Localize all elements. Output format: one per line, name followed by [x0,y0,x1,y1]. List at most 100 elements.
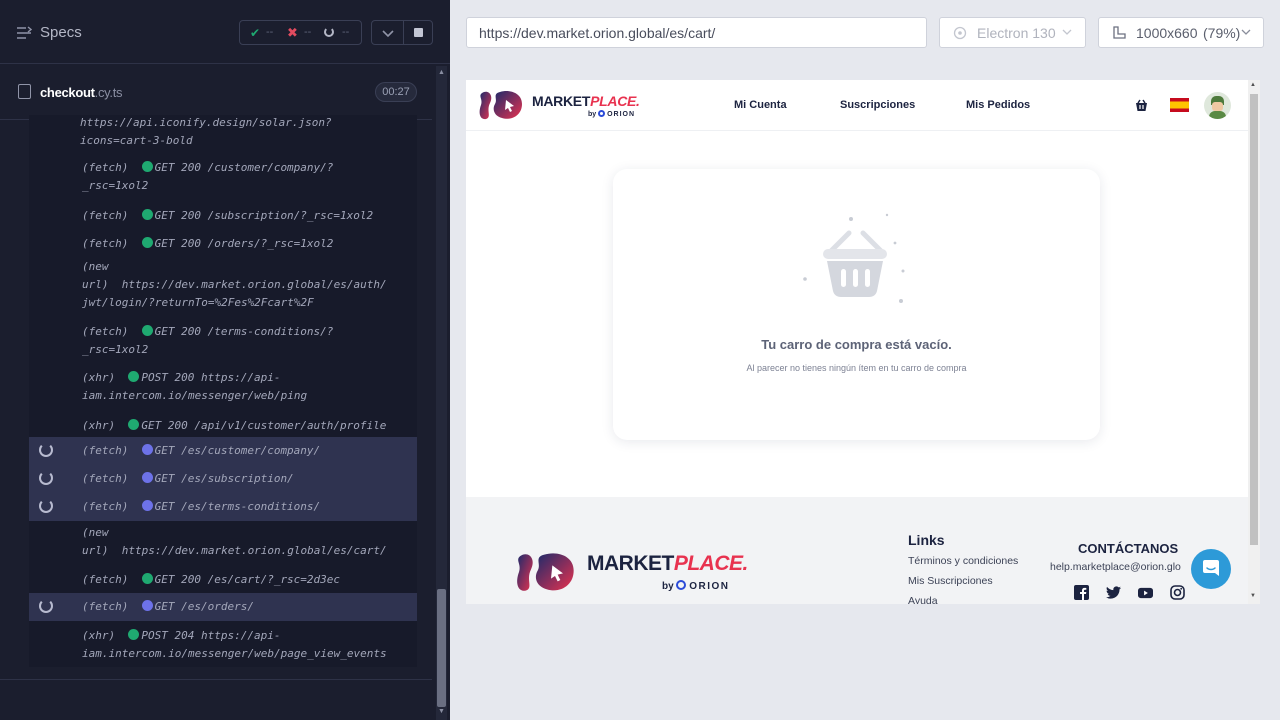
log-text-cont: iam.intercom.io/messenger/web/page_view_… [82,647,387,660]
log-text: GET 200 /api/v1/customer/auth/profile [141,419,387,432]
brand-by: by [662,581,674,592]
marketplace-logo-icon[interactable] [478,89,526,121]
footer-link-subscriptions[interactable]: Mis Suscripciones [908,575,993,587]
pending-icon [324,27,334,37]
log-type: (new [82,260,109,273]
brand-accent: PLACE. [673,552,749,575]
log-text: GET 200 /orders/?_rsc=1xol2 [154,237,334,250]
log-row[interactable]: (xhr) POST 200 https://api- iam.intercom… [29,367,417,403]
brand-byline: by ORION [588,110,635,118]
scroll-down-icon[interactable]: ▼ [437,708,446,716]
scroll-up-icon[interactable]: ▲ [437,69,446,77]
log-row[interactable]: (xhr) POST 204 https://api- iam.intercom… [29,625,417,665]
specs-header: Specs ✔ -- ✖ -- -- [0,0,450,64]
log-type: (fetch) [82,209,129,222]
specs-list-icon[interactable] [16,26,32,40]
loading-spinner-icon [39,499,53,513]
youtube-icon[interactable] [1138,585,1153,600]
log-row[interactable]: (new url) https://dev.market.orion.globa… [29,524,417,560]
loading-spinner-icon [39,443,53,457]
instagram-icon[interactable] [1170,585,1185,600]
empty-cart-subtitle: Al parecer no tienes ningún ítem en tu c… [746,363,967,373]
log-type: (xhr) [82,419,116,432]
stop-icon[interactable] [414,28,423,37]
log-row[interactable]: (new url) https://dev.market.orion.globa… [29,258,417,312]
empty-cart-card: Tu carro de compra está vacío. Al parece… [613,169,1100,440]
cart-icon[interactable] [1134,98,1149,113]
runner-panel: Specs ✔ -- ✖ -- -- checkout.cy.ts 00:27 … [0,0,450,720]
log-row-pending[interactable]: (fetch) GET /es/customer/company/ [29,437,417,465]
fail-icon: ✖ [287,25,298,40]
brand-accent: PLACE. [590,93,640,109]
brand-by: by [588,111,597,118]
spain-flag-icon[interactable] [1170,98,1189,112]
log-text-cont: iam.intercom.io/messenger/web/ping [82,389,308,402]
log-type: (fetch) [82,237,129,250]
log-text: POST 200 https://api- [141,371,281,384]
log-row-pending[interactable]: (fetch) GET /es/terms-conditions/ [29,493,417,521]
footer-link-terms[interactable]: Términos y condiciones [908,555,1018,567]
log-text: GET 200 /customer/company/? [154,161,334,174]
log-type: (fetch) [82,325,129,338]
brand-main: MARKET [532,93,591,109]
log-text: GET /es/customer/company/ [154,444,321,457]
viewport-selector[interactable]: 1000x660 (79%) [1098,17,1264,48]
footer-link-help[interactable]: Ayuda [908,595,938,604]
orion-logo-icon [676,580,687,590]
log-row-pending[interactable]: (fetch) GET /es/orders/ [29,593,417,621]
specs-label[interactable]: Specs [40,24,82,41]
scrollbar-thumb[interactable] [1250,94,1258,545]
log-row[interactable]: (fetch) GET 200 /subscription/?_rsc=1xol… [29,203,417,225]
browser-selector[interactable]: Electron 130 [939,17,1086,48]
nav-mi-cuenta[interactable]: Mi Cuenta [734,99,787,111]
pending-count: -- [342,26,350,38]
log-scrollbar[interactable]: ▲ ▼ [436,66,447,720]
log-row[interactable]: (fetch) GET 200 /orders/?_rsc=1xol2 [29,231,417,253]
log-text-cont: _rsc=1xol2 [82,179,149,192]
site-footer: MARKETPLACE. by ORION Links Términos y c… [466,497,1248,604]
log-row[interactable]: (fetch) GET 200 /terms-conditions/? _rsc… [29,321,417,357]
chevron-down-icon[interactable] [381,29,395,38]
orion-logo-icon [598,110,606,117]
log-url-line: url) https://dev.market.orion.global/es/… [82,278,387,291]
log-text: POST 204 https://api- [141,629,281,642]
log-row[interactable]: (fetch) GET 200 /es/cart/?_rsc=2d3ec [29,567,417,589]
empty-basket-icon [803,213,905,303]
status-dot-icon [128,629,140,640]
log-row[interactable]: (fetch) GET 200 /customer/company/? _rsc… [29,157,417,193]
url-bar[interactable]: https://dev.market.orion.global/es/cart/ [466,17,927,48]
facebook-icon[interactable] [1074,585,1089,600]
log-text: GET /es/orders/ [154,600,254,613]
status-dot-icon [128,371,140,382]
status-dot-icon [141,209,153,220]
preview-scrollbar[interactable]: ▲ ▼ [1248,80,1260,604]
footer-brand-byline: by ORION [662,580,730,592]
intercom-chat-button[interactable] [1191,549,1231,589]
log-type: (xhr) [82,371,116,384]
nav-mis-pedidos[interactable]: Mis Pedidos [966,99,1030,111]
log-text: GET 200 /subscription/?_rsc=1xol2 [154,209,374,222]
empty-cart-title: Tu carro de compra está vacío. [761,337,952,352]
log-row[interactable]: https://api.iconify.design/solar.json? i… [29,115,417,151]
spec-file-base: checkout [40,85,95,100]
failed-count: -- [304,26,312,38]
twitter-icon[interactable] [1106,585,1121,600]
status-dot-icon [141,600,153,611]
marketplace-logo-icon[interactable] [515,546,579,598]
scrollbar-thumb[interactable] [437,589,446,707]
log-row-pending[interactable]: (fetch) GET /es/subscription/ [29,465,417,493]
footer-contact-email[interactable]: help.marketplace@orion.glo [1050,561,1181,573]
brand-name[interactable]: MARKETPLACE. [532,93,640,109]
scroll-up-icon[interactable]: ▲ [1250,82,1256,88]
duration-badge: 00:27 [375,82,417,102]
log-type: (fetch) [82,500,129,513]
log-row[interactable]: (xhr) GET 200 /api/v1/customer/auth/prof… [29,413,417,435]
log-text: GET 200 /terms-conditions/? [154,325,334,338]
file-icon [18,84,31,99]
avatar[interactable] [1204,92,1231,119]
ruler-icon [1113,26,1126,39]
scroll-down-icon[interactable]: ▼ [1250,593,1256,599]
log-url-line: https://api.iconify.design/solar.json? [80,116,332,129]
log-type: (fetch) [82,600,129,613]
nav-suscripciones[interactable]: Suscripciones [840,99,915,111]
